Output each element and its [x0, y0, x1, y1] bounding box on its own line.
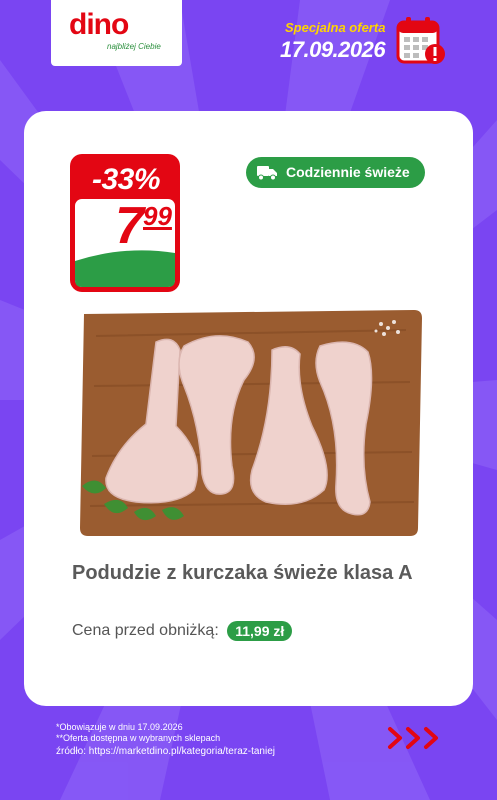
- product-image: [80, 310, 422, 536]
- previous-price-row: Cena przed obniżką: 11,99 zł: [72, 621, 293, 643]
- calendar-alert-icon: [396, 17, 445, 64]
- fresh-daily-badge: Codziennie świeże: [246, 157, 425, 188]
- promo-date: 17.09.2026: [280, 37, 386, 62]
- previous-price-label: Cena przed obniżką:: [72, 622, 219, 639]
- promo-label: Specjalna oferta: [285, 20, 386, 35]
- source-link[interactable]: źródło: https://marketdino.pl/kategoria/…: [56, 746, 275, 757]
- fresh-daily-label: Codziennie świeże: [286, 164, 410, 180]
- dino-logo[interactable]: dino najbliżej Ciebie: [51, 0, 182, 66]
- footnote-validity: *Obowiązuje w dniu 17.09.2026: [56, 722, 183, 732]
- offer-page: dino najbliżej Ciebie Specjalna oferta 1…: [0, 0, 497, 800]
- price-decimal: 99: [143, 201, 172, 231]
- footnote-availability: **Oferta dostępna w wybranych sklepach: [56, 733, 221, 743]
- chevrons-right-icon[interactable]: [386, 726, 446, 750]
- previous-price-value: 11,99 zł: [227, 621, 293, 641]
- discount-label: -33%: [91, 163, 161, 196]
- logo-tagline: najbliżej Ciebie: [107, 42, 161, 51]
- logo-wordmark: dino: [69, 8, 129, 41]
- price-integer: 7: [115, 197, 144, 255]
- delivery-truck-icon: [257, 166, 277, 181]
- product-title: Podudzie z kurczaka świeże klasa A: [72, 562, 413, 584]
